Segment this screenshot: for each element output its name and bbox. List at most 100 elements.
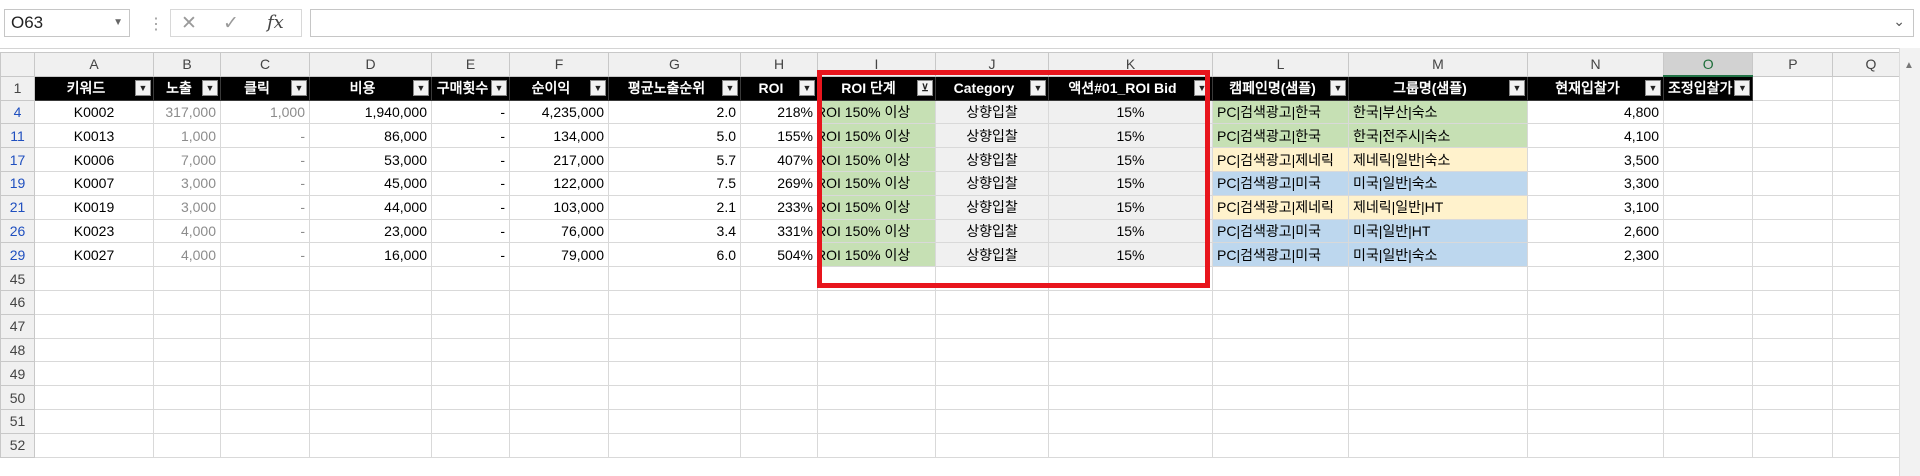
cell[interactable] (34, 313, 154, 339)
cell[interactable]: 218% (740, 99, 818, 125)
cell[interactable] (817, 313, 936, 339)
cell[interactable]: 상향입찰 (935, 242, 1049, 268)
row-header[interactable]: 11 (0, 123, 35, 149)
cell[interactable] (34, 266, 154, 291)
cell[interactable] (1832, 361, 1910, 387)
cell[interactable]: 5.0 (608, 123, 741, 149)
cell[interactable] (817, 289, 936, 315)
cell[interactable]: 44,000 (309, 194, 432, 220)
filter-dropdown-icon[interactable]: ▼ (590, 79, 606, 96)
column-header-p[interactable]: P (1752, 52, 1834, 77)
cell[interactable]: K0002 (34, 99, 154, 125)
cell[interactable] (1527, 361, 1664, 387)
cell[interactable]: 15% (1048, 218, 1213, 244)
cell[interactable]: PC|검색광고|한국 (1212, 123, 1349, 149)
column-header-q[interactable]: Q (1832, 52, 1910, 77)
chevron-down-icon[interactable]: ▼ (113, 10, 123, 36)
cell[interactable] (1212, 385, 1349, 410)
row-header[interactable]: 50 (0, 385, 35, 410)
cell[interactable]: 3,300 (1527, 170, 1664, 196)
cell[interactable]: 상향입찰 (935, 147, 1049, 172)
cell[interactable]: 미국|일반|숙소 (1348, 242, 1528, 268)
column-title[interactable]: 캠페인명(샘플) ▼ (1212, 75, 1349, 101)
cell[interactable] (153, 361, 221, 387)
column-header-m[interactable]: M (1348, 52, 1528, 77)
cell[interactable] (1662, 147, 1754, 172)
row-header[interactable]: 17 (0, 147, 35, 172)
cell[interactable] (608, 408, 741, 434)
select-all-corner[interactable] (0, 52, 35, 77)
column-header-e[interactable]: E (431, 52, 510, 77)
cell[interactable]: 2,300 (1527, 242, 1664, 268)
cell[interactable] (1048, 432, 1213, 458)
cell[interactable]: 3,000 (153, 170, 221, 196)
cell[interactable]: 상향입찰 (935, 170, 1049, 196)
cell[interactable]: 45,000 (309, 170, 432, 196)
cell[interactable]: - (431, 242, 510, 268)
cell[interactable]: 5.7 (608, 147, 741, 172)
cell[interactable] (1527, 313, 1664, 339)
cell[interactable] (817, 432, 936, 458)
cell[interactable]: 2.1 (608, 194, 741, 220)
cell[interactable] (740, 266, 818, 291)
cell[interactable]: PC|검색광고|미국 (1212, 242, 1349, 268)
cell[interactable]: 3,000 (153, 194, 221, 220)
cell[interactable] (1832, 385, 1910, 410)
cell[interactable]: PC|검색광고|한국 (1212, 99, 1349, 125)
cell[interactable]: 1,000 (153, 123, 221, 149)
cell[interactable]: 상향입찰 (935, 194, 1049, 220)
cell[interactable] (1662, 123, 1754, 149)
cell[interactable] (220, 289, 310, 315)
cell[interactable]: 제네릭|일반|HT (1348, 194, 1528, 220)
cell[interactable]: ROI 150% 이상 (817, 147, 936, 172)
cell[interactable]: PC|검색광고|미국 (1212, 218, 1349, 244)
cell[interactable]: - (220, 123, 310, 149)
cell[interactable] (1212, 337, 1349, 363)
row-header[interactable]: 4 (0, 99, 35, 125)
cell[interactable] (1752, 408, 1834, 434)
cell[interactable] (1752, 218, 1834, 244)
cancel-icon[interactable]: ✕ (181, 12, 197, 35)
cell[interactable] (935, 337, 1049, 363)
filter-dropdown-icon[interactable]: ▼ (1030, 79, 1046, 96)
cell[interactable]: 23,000 (309, 218, 432, 244)
filter-dropdown-icon[interactable]: ▼ (1734, 80, 1751, 97)
cell[interactable] (817, 408, 936, 434)
cell[interactable] (1832, 408, 1910, 434)
cell[interactable] (1348, 266, 1528, 291)
cell[interactable] (431, 432, 510, 458)
cell[interactable] (1212, 361, 1349, 387)
cell[interactable] (1752, 313, 1834, 339)
filter-dropdown-icon[interactable]: ▼ (1645, 79, 1661, 96)
cell[interactable] (1752, 99, 1834, 125)
cell[interactable] (153, 313, 221, 339)
column-title[interactable]: ROI ▼ (740, 75, 818, 101)
cell[interactable]: 15% (1048, 123, 1213, 149)
vertical-scrollbar[interactable]: ▲ (1899, 48, 1920, 476)
cell[interactable] (1348, 408, 1528, 434)
cell[interactable] (1662, 194, 1754, 220)
filter-dropdown-icon[interactable]: ▼ (413, 79, 429, 96)
row-header[interactable]: 29 (0, 242, 35, 268)
cell[interactable] (935, 361, 1049, 387)
cell[interactable] (220, 313, 310, 339)
cell[interactable] (817, 266, 936, 291)
filter-dropdown-icon[interactable]: ▼ (722, 79, 738, 96)
row-header[interactable]: 26 (0, 218, 35, 244)
cell[interactable]: 3,100 (1527, 194, 1664, 220)
filter-dropdown-icon[interactable]: ▼ (1509, 79, 1525, 96)
cell[interactable] (1832, 170, 1910, 196)
cell[interactable] (1048, 289, 1213, 315)
cell[interactable]: 6.0 (608, 242, 741, 268)
cell[interactable] (1662, 266, 1754, 291)
cell[interactable] (740, 337, 818, 363)
cell[interactable] (34, 337, 154, 363)
cell[interactable] (1752, 147, 1834, 172)
cell[interactable] (1527, 408, 1664, 434)
cell[interactable]: 15% (1048, 242, 1213, 268)
cell[interactable]: 15% (1048, 99, 1213, 125)
cell[interactable] (1348, 289, 1528, 315)
cell[interactable] (309, 313, 432, 339)
cell[interactable] (1662, 218, 1754, 244)
row-header[interactable]: 49 (0, 361, 35, 387)
